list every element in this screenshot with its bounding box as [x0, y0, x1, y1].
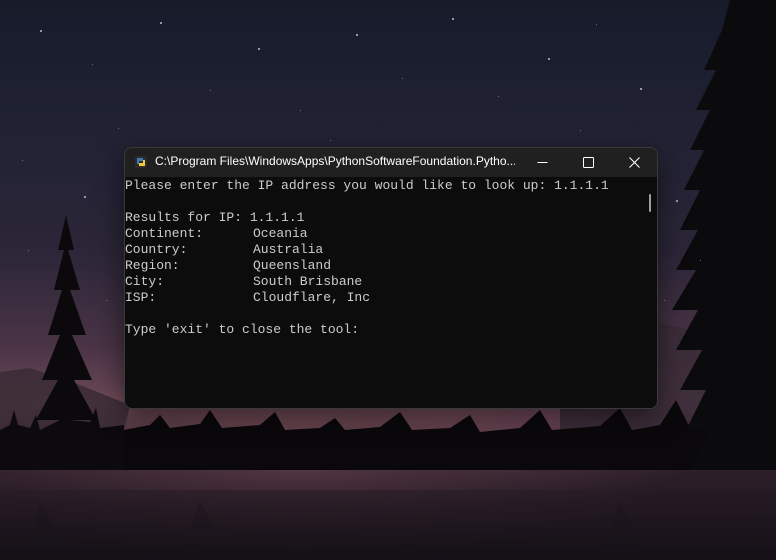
field-value: Cloudflare, Inc [253, 290, 371, 305]
python-icon [135, 156, 147, 168]
result-row-region: Region: Queensland [125, 258, 331, 274]
field-value: South Brisbane [253, 274, 363, 289]
title-bar[interactable]: C:\Program Files\WindowsApps\PythonSoftw… [125, 148, 657, 177]
results-header: Results for IP: 1.1.1.1 [125, 210, 305, 225]
console-output[interactable]: Please enter the IP address you would li… [125, 177, 645, 408]
result-row-country: Country: Australia [125, 242, 323, 258]
field-label: City: [125, 274, 165, 289]
field-label: ISP: [125, 290, 157, 305]
minimize-button[interactable] [519, 148, 565, 177]
field-label: Country: [125, 242, 188, 257]
result-row-city: City: South Brisbane [125, 274, 362, 290]
window-title: C:\Program Files\WindowsApps\PythonSoftw… [155, 154, 515, 168]
field-value: Queensland [253, 258, 332, 273]
close-button[interactable] [611, 148, 657, 177]
field-label: Region: [125, 258, 180, 273]
scrollbar[interactable] [645, 177, 657, 408]
field-value: Oceania [253, 226, 308, 241]
minimize-icon [537, 162, 547, 163]
field-label: Continent: [125, 226, 204, 241]
result-row-isp: ISP: Cloudflare, Inc [125, 290, 370, 306]
lake-reflection [0, 470, 776, 560]
close-icon [628, 157, 640, 168]
exit-prompt-line: Type 'exit' to close the tool: [125, 322, 360, 337]
maximize-icon [582, 157, 594, 168]
scrollbar-thumb[interactable] [649, 194, 651, 212]
maximize-button[interactable] [565, 148, 611, 177]
terminal-window[interactable]: C:\Program Files\WindowsApps\PythonSoftw… [124, 147, 658, 409]
result-row-continent: Continent: Oceania [125, 226, 308, 242]
ip-prompt-line: Please enter the IP address you would li… [125, 178, 609, 193]
field-value: Australia [253, 242, 324, 257]
